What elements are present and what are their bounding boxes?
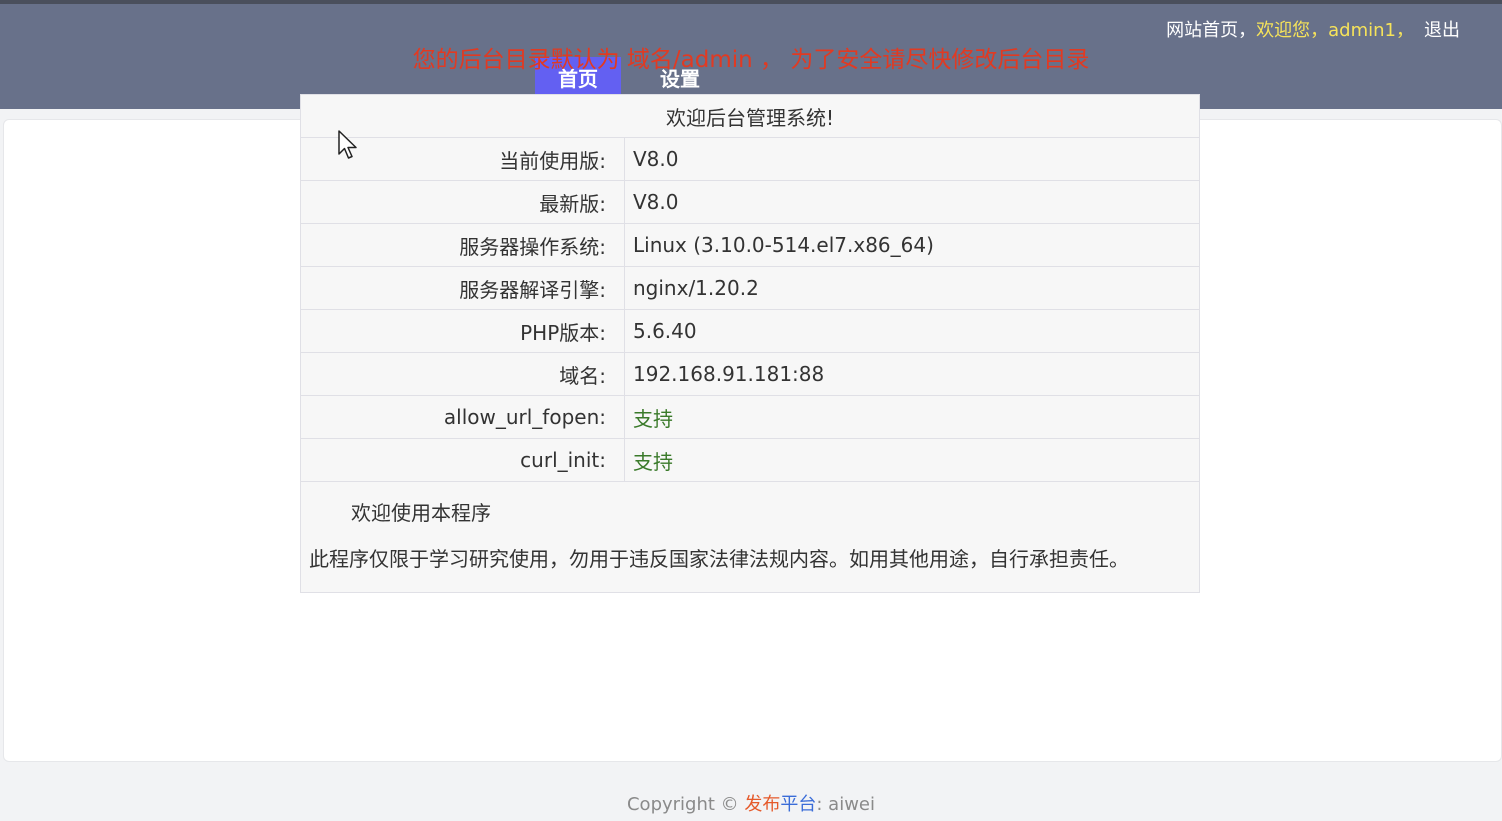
mouse-pointer-icon — [338, 130, 357, 159]
admin-path-warning: 您的后台目录默认为 域名/admin ， 为了安全请尽快修改后台目录 — [412, 47, 1090, 73]
row-label: curl_init: — [300, 438, 625, 482]
row-label: allow_url_fopen: — [300, 395, 625, 439]
row-value: nginx/1.20.2 — [624, 266, 1200, 310]
row-label: 服务器解译引擎: — [300, 266, 625, 310]
row-label: 域名: — [300, 352, 625, 396]
row-value: 5.6.40 — [624, 309, 1200, 353]
site-home-link[interactable]: 网站首页， — [1166, 20, 1256, 41]
row-label: PHP版本: — [300, 309, 625, 353]
table-row: 欢迎使用本程序 此程序仅限于学习研究使用，勿用于违反国家法律法规内容。如用其他用… — [300, 481, 1200, 593]
copyright-part1: 发布 — [744, 794, 781, 815]
copyright-footer: Copyright © 发布平台: aiwei — [0, 790, 1502, 816]
copyright-prefix: Copyright © — [626, 794, 745, 815]
row-label: 服务器操作系统: — [300, 223, 625, 267]
table-title: 欢迎后台管理系统! — [300, 94, 1200, 138]
welcome-program-text: 欢迎使用本程序 — [351, 501, 491, 525]
disclaimer-text: 此程序仅限于学习研究使用，勿用于违反国家法律法规内容。如用其他用途，自行承担责任… — [309, 547, 1129, 571]
table-row: PHP版本: 5.6.40 — [300, 309, 1200, 353]
row-label: 最新版: — [300, 180, 625, 224]
row-value: Linux (3.10.0-514.el7.x86_64) — [624, 223, 1200, 267]
table-row: allow_url_fopen: 支持 — [300, 395, 1200, 439]
logout-link[interactable]: 退出 — [1424, 20, 1460, 41]
system-info-table: 欢迎后台管理系统! 当前使用版: V8.0 最新版: V8.0 服务器操作系统:… — [300, 94, 1200, 593]
row-value: 192.168.91.181:88 — [624, 352, 1200, 396]
row-value-supported: 支持 — [624, 438, 1200, 482]
welcome-text: 欢迎您，admin1， — [1256, 20, 1414, 41]
table-row: 最新版: V8.0 — [300, 180, 1200, 224]
table-row: 欢迎后台管理系统! — [300, 94, 1200, 138]
top-user-bar: 网站首页，欢迎您，admin1， 退出 — [1166, 16, 1460, 42]
table-row: 服务器操作系统: Linux (3.10.0-514.el7.x86_64) — [300, 223, 1200, 267]
row-value: V8.0 — [624, 137, 1200, 181]
row-value: V8.0 — [624, 180, 1200, 224]
table-row: 域名: 192.168.91.181:88 — [300, 352, 1200, 396]
copyright-suffix: : aiwei — [816, 794, 876, 815]
table-row: 服务器解译引擎: nginx/1.20.2 — [300, 266, 1200, 310]
table-row: curl_init: 支持 — [300, 438, 1200, 482]
copyright-part2: 平台 — [780, 794, 817, 815]
table-row: 当前使用版: V8.0 — [300, 137, 1200, 181]
table-footer: 欢迎使用本程序 此程序仅限于学习研究使用，勿用于违反国家法律法规内容。如用其他用… — [300, 481, 1200, 593]
row-value-supported: 支持 — [624, 395, 1200, 439]
